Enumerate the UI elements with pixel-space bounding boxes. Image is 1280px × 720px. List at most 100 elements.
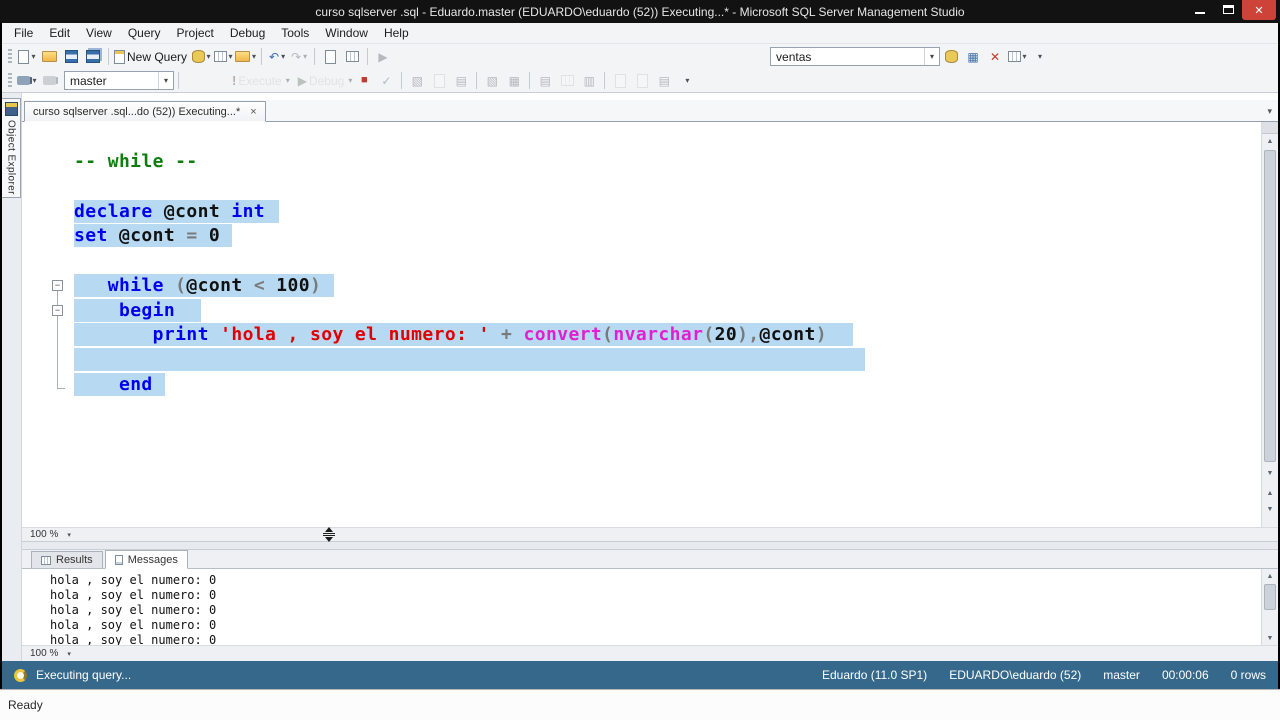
tab-close-icon[interactable]: × bbox=[250, 106, 256, 118]
change-connection-button[interactable] bbox=[38, 70, 60, 92]
scrollbar-thumb[interactable] bbox=[1264, 584, 1276, 610]
delete-button[interactable]: ✕ bbox=[984, 46, 1006, 68]
results-layout-button[interactable]: ▾ bbox=[1006, 46, 1028, 68]
document-list-dropdown[interactable]: ▾ bbox=[1267, 106, 1278, 121]
scrollbar-thumb[interactable] bbox=[1264, 150, 1276, 462]
toolbar-grip[interactable] bbox=[8, 72, 12, 89]
intellisense-button[interactable]: ▤ bbox=[450, 70, 472, 92]
menu-project[interactable]: Project bbox=[169, 23, 222, 43]
available-databases-combo[interactable]: master ▾ bbox=[64, 71, 174, 90]
code-line[interactable] bbox=[74, 174, 1258, 199]
scroll-up-button[interactable]: ▲ bbox=[1262, 569, 1278, 583]
menu-file[interactable]: File bbox=[6, 23, 41, 43]
chevron-down-icon[interactable]: ▾ bbox=[158, 72, 173, 89]
debug-button[interactable]: ▶ Debug ▾ bbox=[297, 70, 354, 92]
chevron-down-icon[interactable]: ▾ bbox=[31, 52, 35, 61]
editor-zoom-control[interactable]: 100 % ▾ bbox=[30, 529, 71, 540]
menu-debug[interactable]: Debug bbox=[222, 23, 273, 43]
chevron-down-icon[interactable]: ▾ bbox=[67, 650, 71, 658]
nav-previous-button[interactable]: ▲ bbox=[1262, 486, 1278, 500]
code-line[interactable] bbox=[74, 248, 1258, 273]
chevron-down-icon[interactable]: ▾ bbox=[207, 52, 211, 61]
close-button[interactable]: ✕ bbox=[1242, 0, 1276, 20]
indent-button[interactable]: ▤ bbox=[653, 70, 675, 92]
minimize-button[interactable] bbox=[1186, 0, 1214, 18]
execute-button[interactable]: ! Execute ▾ bbox=[231, 70, 291, 92]
document-tab[interactable]: curso sqlserver .sql...do (52)) Executin… bbox=[24, 101, 266, 122]
display-estimated-plan-button[interactable]: ▧ bbox=[406, 70, 428, 92]
scroll-up-button[interactable]: ▲ bbox=[1262, 134, 1278, 148]
activity-monitor-button[interactable] bbox=[341, 46, 363, 68]
start-button[interactable]: ▶ bbox=[372, 46, 394, 68]
results-to-grid-button[interactable] bbox=[556, 70, 578, 92]
uncomment-button[interactable] bbox=[631, 70, 653, 92]
object-explorer-tab[interactable]: Object Explorer bbox=[2, 98, 21, 198]
scroll-down-button[interactable]: ▼ bbox=[1262, 466, 1278, 480]
save-all-button[interactable] bbox=[82, 46, 104, 68]
code-line[interactable]: declare @cont int bbox=[74, 199, 1258, 224]
database-selector-combo[interactable]: ventas ▾ bbox=[770, 47, 941, 66]
toolbar-grip[interactable] bbox=[8, 48, 12, 65]
toolbar-overflow-button[interactable]: ▾ bbox=[675, 70, 697, 92]
parse-button[interactable]: ✓ bbox=[375, 70, 397, 92]
chevron-down-icon[interactable]: ▾ bbox=[1023, 52, 1027, 61]
menu-help[interactable]: Help bbox=[376, 23, 417, 43]
messages-pane[interactable]: hola , soy el numero: 0 hola , soy el num… bbox=[22, 569, 1278, 645]
code-line[interactable]: while (@cont < 100) bbox=[74, 273, 1258, 298]
results-to-text-button[interactable]: ▤ bbox=[534, 70, 556, 92]
chevron-down-icon[interactable]: ▾ bbox=[924, 48, 939, 65]
menu-tools[interactable]: Tools bbox=[273, 23, 317, 43]
chevron-down-icon[interactable]: ▾ bbox=[67, 531, 71, 539]
open-file-button[interactable] bbox=[38, 46, 60, 68]
code-line[interactable]: begin bbox=[74, 298, 1258, 323]
code-line[interactable]: set @cont = 0 bbox=[74, 223, 1258, 248]
editor-vertical-scrollbar[interactable]: ▲ ▼ ▲ ▼ bbox=[1261, 122, 1278, 527]
undo-button[interactable]: ↶ ▾ bbox=[266, 46, 288, 68]
connect-button[interactable]: ▾ bbox=[16, 70, 38, 92]
menu-query[interactable]: Query bbox=[120, 23, 169, 43]
tab-results[interactable]: Results bbox=[31, 551, 103, 568]
results-to-file-button[interactable]: ▥ bbox=[578, 70, 600, 92]
menu-edit[interactable]: Edit bbox=[41, 23, 78, 43]
new-file-button[interactable]: ▾ bbox=[16, 46, 38, 68]
tab-messages[interactable]: Messages bbox=[104, 550, 188, 569]
statistics-button[interactable]: ▦ bbox=[962, 46, 984, 68]
chevron-down-icon[interactable]: ▾ bbox=[303, 52, 307, 61]
chevron-down-icon[interactable]: ▾ bbox=[286, 76, 290, 85]
chevron-down-icon[interactable]: ▾ bbox=[32, 76, 36, 85]
nav-next-button[interactable]: ▼ bbox=[1262, 502, 1278, 516]
code-line[interactable] bbox=[74, 347, 1258, 372]
results-zoom-control[interactable]: 100 % ▾ bbox=[30, 648, 71, 659]
include-actual-plan-button[interactable]: ▧ bbox=[481, 70, 503, 92]
menu-view[interactable]: View bbox=[78, 23, 120, 43]
messages-vertical-scrollbar[interactable]: ▲ ▼ bbox=[1261, 569, 1278, 645]
code-line[interactable]: -- while -- bbox=[74, 149, 1258, 174]
save-button[interactable] bbox=[60, 46, 82, 68]
analysis-query-button[interactable]: ▾ bbox=[212, 46, 234, 68]
code-line[interactable]: print 'hola , soy el numero: ' + convert… bbox=[74, 322, 1258, 347]
execute-shell-button[interactable] bbox=[940, 46, 962, 68]
menu-window[interactable]: Window bbox=[317, 23, 376, 43]
scrollbar-splitter-grip[interactable] bbox=[1262, 122, 1278, 134]
cancel-executing-query-button[interactable]: ■ bbox=[353, 70, 375, 92]
new-query-button[interactable]: New Query bbox=[113, 46, 190, 68]
chevron-down-icon[interactable]: ▾ bbox=[281, 52, 285, 61]
chevron-down-icon[interactable]: ▾ bbox=[252, 52, 256, 61]
query-options-button[interactable] bbox=[428, 70, 450, 92]
chevron-down-icon[interactable]: ▾ bbox=[348, 76, 352, 85]
code-editor[interactable]: -- while -- declare @cont int set @cont = … bbox=[22, 122, 1278, 527]
chevron-down-icon[interactable]: ▾ bbox=[229, 52, 233, 61]
comment-button[interactable] bbox=[609, 70, 631, 92]
toolbar-overflow-button[interactable]: ▾ bbox=[1028, 46, 1050, 68]
client-statistics-button[interactable]: ▦ bbox=[503, 70, 525, 92]
find-in-files-button[interactable] bbox=[319, 46, 341, 68]
scroll-down-button[interactable]: ▼ bbox=[1262, 631, 1278, 645]
database-engine-query-button[interactable]: ▾ bbox=[190, 46, 212, 68]
collapse-region-button[interactable]: − bbox=[52, 280, 63, 291]
maximize-button[interactable] bbox=[1214, 0, 1242, 18]
results-splitter[interactable] bbox=[22, 541, 1278, 550]
collapse-region-button[interactable]: − bbox=[52, 305, 63, 316]
code-line[interactable]: end bbox=[74, 372, 1258, 397]
redo-button[interactable]: ↷ ▾ bbox=[288, 46, 310, 68]
open-query-button[interactable]: ▾ bbox=[234, 46, 257, 68]
